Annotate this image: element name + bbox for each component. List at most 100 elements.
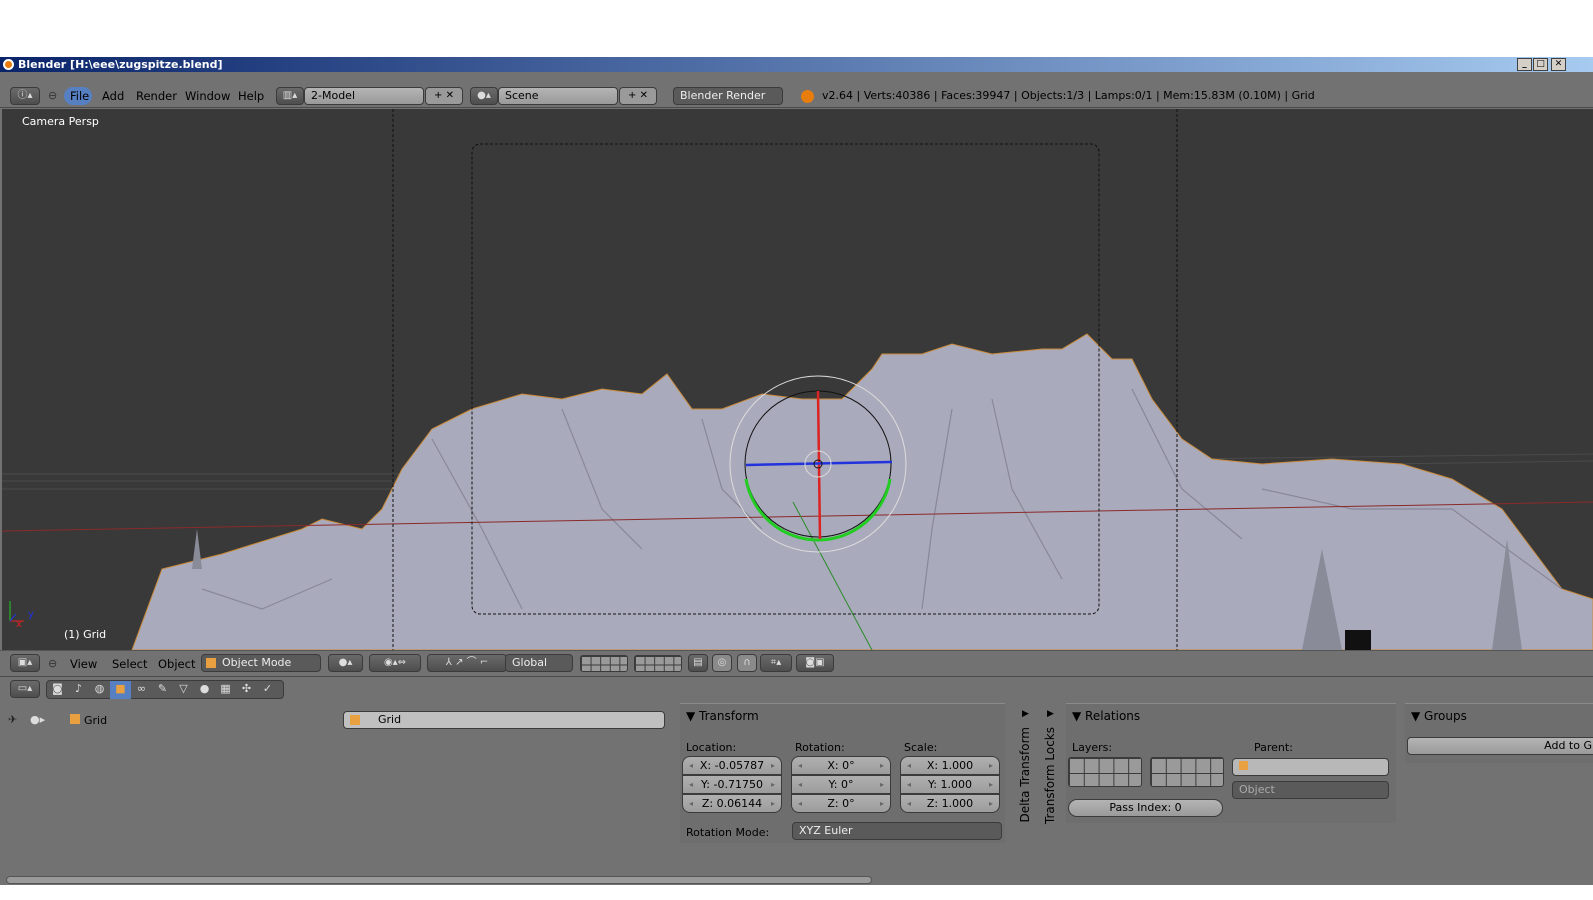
groups-panel: ▼ Groups Add to G [1405,703,1593,763]
axis-x-label: x [16,619,22,630]
menu-window[interactable]: Window [185,89,230,103]
menu-select[interactable]: Select [112,657,147,671]
collapse-menu-icon[interactable]: ⊖ [48,89,57,102]
scene-field[interactable]: Scene [498,87,618,105]
transform-locks-tab[interactable]: Transform Locks [1043,727,1057,824]
rotation-mode-select[interactable]: XYZ Euler [792,822,1002,840]
add-to-group-button[interactable]: Add to G [1407,737,1593,755]
blender-logo-icon [801,90,814,103]
delta-transform-tab[interactable]: Delta Transform [1018,727,1032,823]
axis-gizmo [9,601,24,622]
maximize-button[interactable]: □ [1533,58,1548,71]
window-title: Blender [H:\eee\zugspitze.blend] [18,58,223,71]
relations-panel-header[interactable]: ▼ Relations [1072,709,1140,723]
scene-layers-2[interactable] [634,655,682,672]
relations-title: Relations [1085,709,1141,723]
groups-panel-header[interactable]: ▼ Groups [1411,709,1467,723]
render-tab-icon[interactable]: ◙ [47,681,68,699]
screen-layout-field[interactable]: 2-Model [304,87,424,105]
blender-logo-icon [3,59,14,70]
render-engine-select[interactable]: Blender Render [673,87,783,105]
scene-render [2,109,1593,650]
editor-type-info-icon[interactable]: ⓘ▴ [10,87,40,105]
horizontal-scrollbar[interactable] [0,875,1593,885]
add-remove-layout-icon[interactable]: + ✕ [425,87,463,105]
rotation-label: Rotation: [795,741,845,754]
texture-tab-icon[interactable]: ▦ [215,681,236,699]
lock-layers-icon[interactable]: ▤ [688,654,708,672]
properties-header: ▭▴ ◙ ♪ ◍ ■ ∞ ✎ ▽ ● ▦ ✣ ✓ [0,676,1593,701]
transform-panel-header[interactable]: ▼ Transform [686,709,759,723]
rotation-y-field[interactable]: Y: 0° [791,775,891,794]
properties-editor: ✈ ●▸ Grid Grid ▼ Transform Location: Rot… [0,701,1593,875]
parent-type-select[interactable]: Object [1232,781,1389,799]
mountain-mesh [131,333,1593,650]
snap-icon[interactable]: ∩ [737,654,757,672]
menu-add[interactable]: Add [102,89,124,103]
scale-z-field[interactable]: Z: 1.000 [900,794,1000,813]
active-object-label: (1) Grid [64,628,107,641]
pass-index-field[interactable]: Pass Index: 0 [1068,799,1223,817]
relations-panel: ▼ Relations Layers: Pass Index: 0 Parent… [1066,703,1396,823]
expand-delta-icon[interactable]: ▶ [1022,709,1029,719]
editor-type-3dview-icon[interactable]: ▣▴ [10,654,40,672]
object-cube-icon [206,658,216,668]
pivot-point-icon[interactable]: ◉▴⇔ [369,654,421,672]
scale-label: Scale: [904,741,938,754]
view-name: Camera Persp [22,115,99,128]
particles-tab-icon[interactable]: ✣ [236,681,257,699]
proportional-edit-icon[interactable]: ◎ [712,654,732,672]
menu-view[interactable]: View [70,657,97,671]
location-y-field[interactable]: Y: -0.71750 [682,775,782,794]
mode-select[interactable]: Object Mode [201,654,321,672]
minimize-button[interactable]: _ [1517,58,1532,71]
scene-tab-icon[interactable]: ♪ [68,681,89,699]
expand-locks-icon[interactable]: ▶ [1047,709,1054,719]
physics-tab-icon[interactable]: ✓ [257,681,278,699]
object-tab-icon[interactable]: ■ [110,681,131,699]
scrollbar-thumb[interactable] [6,876,872,884]
modifiers-tab-icon[interactable]: ✎ [152,681,173,699]
transform-title: Transform [699,709,759,723]
object-name-field[interactable]: Grid [343,711,665,729]
scene-icon[interactable]: ●▴ [470,87,498,105]
editor-type-properties-icon[interactable]: ▭▴ [10,680,40,698]
transform-orientation-select[interactable]: Global [505,654,573,672]
menu-object[interactable]: Object [158,657,195,671]
material-tab-icon[interactable]: ● [194,681,215,699]
add-remove-scene-icon[interactable]: + ✕ [619,87,657,105]
snap-element-icon[interactable]: ⌗▴ [760,654,792,672]
rotation-z-field[interactable]: Z: 0° [791,794,891,813]
viewport-shading-icon[interactable]: ●▴ [328,654,363,672]
parent-label: Parent: [1254,741,1293,754]
scale-y-field[interactable]: Y: 1.000 [900,775,1000,794]
close-button[interactable]: ✕ [1551,58,1566,71]
object-cube-icon [1239,761,1248,770]
collapse-menu-icon[interactable]: ⊖ [48,657,57,670]
data-tab-icon[interactable]: ▽ [173,681,194,699]
rotation-x-field[interactable]: X: 0° [791,756,891,775]
menu-help[interactable]: Help [238,89,264,103]
parent-field[interactable] [1232,758,1389,776]
world-tab-icon[interactable]: ◍ [89,681,110,699]
object-layers-1[interactable] [1068,757,1142,787]
location-z-field[interactable]: Z: 0.06144 [682,794,782,813]
layers-label: Layers: [1072,741,1113,754]
context-object-name: Grid [84,714,108,727]
scale-x-field[interactable]: X: 1.000 [900,756,1000,775]
location-x-field[interactable]: X: -0.05787 [682,756,782,775]
menu-render[interactable]: Render [136,89,177,103]
pin-icon[interactable]: ✈ [8,713,17,726]
manipulator-icons[interactable]: ⅄ ↗ ⌒ ⌐ [427,654,507,672]
groups-title: Groups [1424,709,1467,723]
window-titlebar: Blender [H:\eee\zugspitze.blend] _ □ ✕ [0,57,1593,72]
menu-file[interactable]: File [70,89,89,103]
render-opengl-icon[interactable]: ◙▣ [796,654,834,672]
object-layers-2[interactable] [1150,757,1224,787]
rotation-mode-label: Rotation Mode: [686,826,770,839]
scene-layers-1[interactable] [580,655,628,672]
location-label: Location: [686,741,737,754]
screen-layout-icon[interactable]: ▥▴ [276,87,304,105]
3d-viewport[interactable]: Camera Persp (1) Grid y x [2,109,1593,650]
constraints-tab-icon[interactable]: ∞ [131,681,152,699]
